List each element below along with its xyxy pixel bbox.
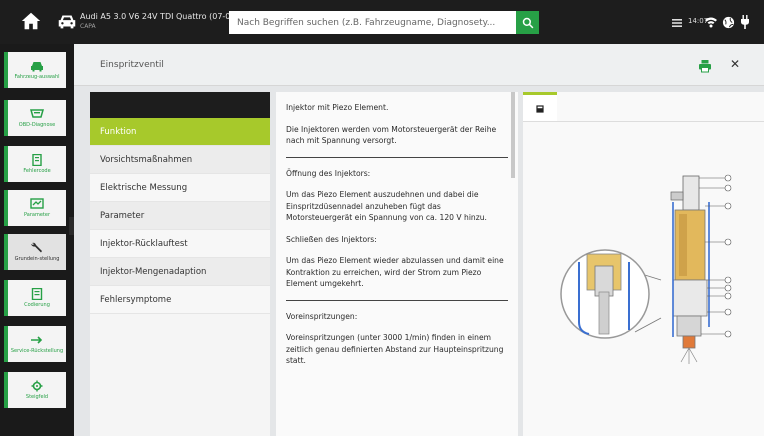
vehicle-title: Audi A5 3.0 V6 24V TDI Quattro (07-08) — [80, 12, 239, 21]
sidebar-item-basic-setting[interactable]: Grundein-stellung — [4, 234, 66, 270]
wifi-icon — [704, 14, 718, 28]
service-icon — [31, 336, 43, 344]
sidebar-item-service-reset[interactable]: Service-Rückstellung — [4, 326, 66, 362]
text-paragraph: Voreinspritzungen (unter 3000 1/min) fin… — [286, 333, 504, 365]
menu-item-parameter[interactable]: Parameter — [90, 202, 270, 230]
error-code-icon — [32, 154, 42, 166]
search-button[interactable] — [516, 11, 539, 34]
vehicle-subtitle: CAPA — [80, 23, 96, 30]
sidebar-item-label: Codierung — [24, 302, 50, 308]
menu-icon[interactable] — [670, 15, 684, 29]
text-paragraph: Injektor mit Piezo Element. — [286, 103, 389, 112]
text-heading: Öffnung des Injektors: — [286, 168, 371, 178]
search-icon — [522, 17, 533, 28]
sidebar-item-label: Service-Rückstellung — [10, 348, 64, 354]
menu-header — [90, 92, 270, 118]
top-bar: Audi A5 3.0 V6 24V TDI Quattro (07-08) C… — [0, 0, 764, 44]
sidebar-item-obd[interactable]: OBD-Diagnose — [4, 100, 66, 136]
parameter-icon — [30, 198, 44, 209]
printer-icon — [699, 60, 711, 73]
main-panel: Einspritzventil ✕ Funktion Vorsichtsmaßn… — [74, 44, 764, 436]
image-viewer — [523, 92, 764, 436]
plug-icon — [740, 14, 750, 29]
menu-item-injektor-mengenadaption[interactable]: Injektor-Mengenadaption — [90, 258, 270, 286]
menu-item-vorsichtsmassnahmen[interactable]: Vorsichtsmaßnahmen — [90, 146, 270, 174]
text-paragraph: Die Injektoren werden vom Motorsteuerger… — [286, 124, 497, 146]
car-icon — [31, 62, 43, 72]
text-paragraph: Um das Piezo Element wieder abzulassen u… — [286, 256, 504, 288]
menu-item-injektor-ruecklauftest[interactable]: Injektor-Rücklauftest — [90, 230, 270, 258]
sidebar-item-coding[interactable]: Codierung — [4, 280, 66, 316]
sidebar-item-label: Grundein-stellung — [14, 256, 60, 262]
text-paragraph: Um das Piezo Element auszudehnen und dab… — [286, 190, 487, 222]
sidebar: Fahrzeug-auswahl OBD-Diagnose Fehlercode… — [0, 44, 74, 436]
sidebar-item-label: Parameter — [23, 212, 50, 218]
description-text[interactable]: Injektor mit Piezo Element. Die Injektor… — [276, 92, 518, 436]
wrench-icon — [31, 242, 42, 253]
sidebar-item-vehicle-selection[interactable]: Fahrzeug-auswahl — [4, 52, 66, 88]
sidebar-item-label: Fahrzeug-auswahl — [14, 74, 60, 80]
search-input[interactable] — [229, 11, 516, 34]
gear-icon — [31, 380, 43, 392]
menu-item-funktion[interactable]: Funktion — [90, 118, 270, 146]
menu-item-fehlersymptome[interactable]: Fehlersymptome — [90, 286, 270, 314]
image-tab[interactable] — [523, 92, 557, 122]
scrollbar[interactable] — [511, 92, 515, 178]
image-icon — [536, 104, 544, 113]
sidebar-item-error-code[interactable]: Fehlercode — [4, 146, 66, 182]
text-heading: Schließen des Injektors: — [286, 234, 377, 244]
close-icon: ✕ — [729, 57, 741, 71]
divider — [286, 156, 508, 158]
vehicle-icon[interactable] — [56, 10, 78, 32]
coding-icon — [31, 288, 43, 300]
injector-diagram — [560, 174, 732, 364]
sidebar-item-label: OBD-Diagnose — [18, 122, 56, 128]
close-button[interactable]: ✕ — [728, 57, 742, 71]
print-button[interactable] — [698, 58, 712, 73]
page-title: Einspritzventil — [100, 60, 164, 70]
home-icon[interactable] — [20, 10, 42, 32]
globe-icon[interactable] — [722, 14, 735, 29]
function-menu: Funktion Vorsichtsmaßnahmen Elektrische … — [90, 92, 270, 436]
panel-header: Einspritzventil ✕ — [74, 44, 764, 86]
menu-item-elektrische-messung[interactable]: Elektrische Messung — [90, 174, 270, 202]
obd-icon — [30, 109, 44, 118]
sidebar-item-steigfeld[interactable]: Steigfeld — [4, 372, 66, 408]
divider — [286, 299, 508, 301]
text-heading: Voreinspritzungen: — [286, 311, 358, 321]
sidebar-item-parameter[interactable]: Parameter — [4, 190, 66, 226]
sidebar-item-label: Fehlercode — [23, 168, 51, 174]
sidebar-item-label: Steigfeld — [25, 394, 49, 400]
tab-divider — [523, 121, 764, 122]
